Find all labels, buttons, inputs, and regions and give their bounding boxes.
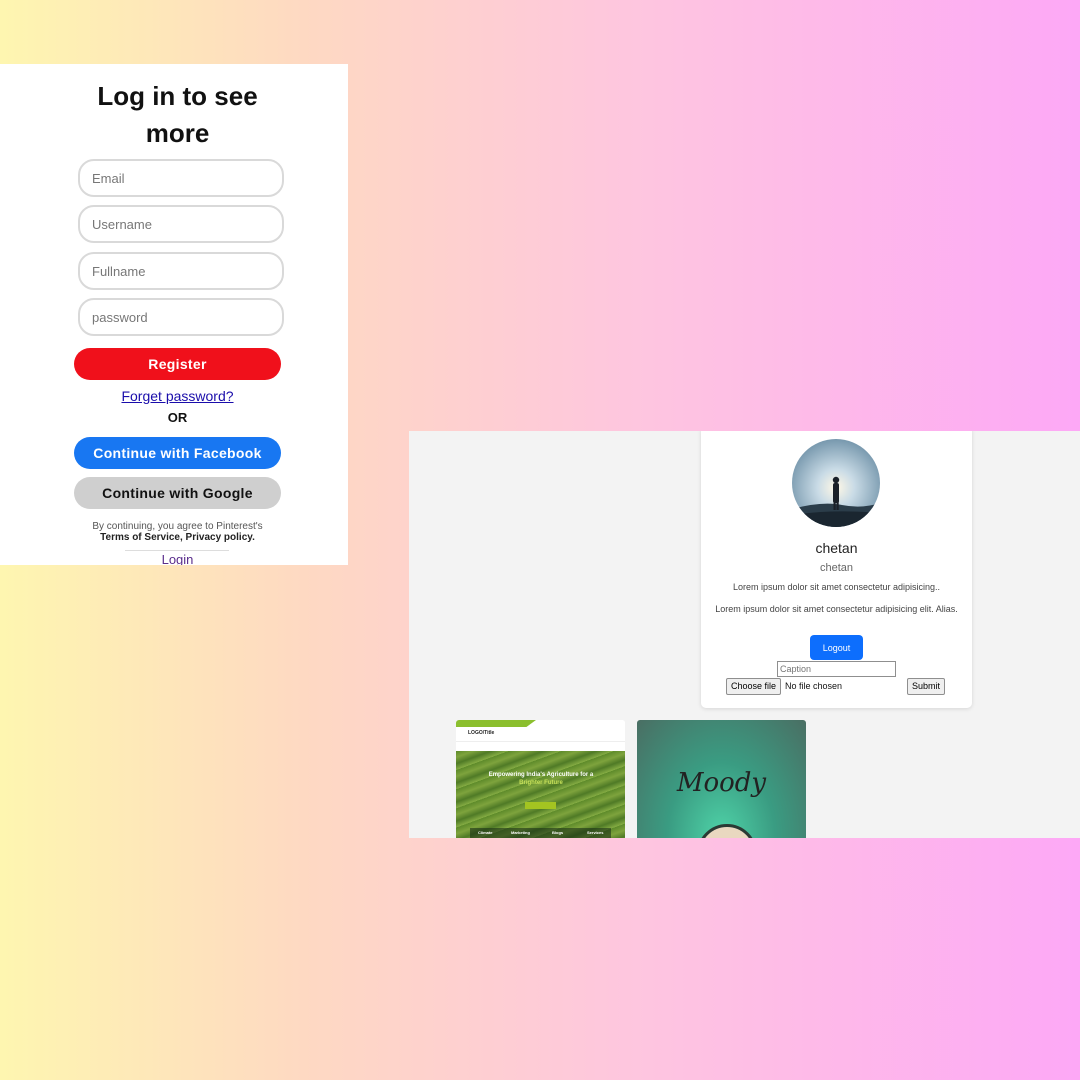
divider — [125, 550, 229, 551]
caption-input[interactable] — [777, 661, 896, 677]
password-field[interactable] — [78, 298, 284, 336]
terms-links[interactable]: Terms of Service, Privacy policy. — [100, 532, 255, 543]
login-title: Log in to see more — [97, 81, 258, 148]
terms-line-1: By continuing, you agree to Pinterest's — [92, 521, 263, 532]
mini-card-label: Climate — [478, 830, 493, 835]
mini-card-label: Blogs — [552, 830, 564, 835]
mini-card-label: Marketing — [511, 830, 530, 835]
or-divider-text: OR — [167, 410, 188, 425]
terms-text: By continuing, you agree to Pinterest's … — [0, 521, 348, 543]
profile-username: chetan — [819, 562, 854, 574]
post-thumbnail[interactable]: LOGO/Title Empowering India's Agricultur… — [456, 720, 625, 838]
choose-file-button[interactable]: Choose file — [726, 678, 782, 695]
profile-bio-paragraph: Lorem ipsum dolor sit amet consectetur a… — [715, 604, 958, 614]
fullname-field[interactable] — [78, 252, 284, 290]
submit-button[interactable]: Submit — [907, 678, 946, 695]
logout-button[interactable]: Logout — [810, 635, 863, 660]
profile-name: chetan — [815, 540, 858, 556]
file-status-text: No file chosen — [785, 681, 843, 691]
mini-hero-image — [456, 751, 625, 838]
mini-hero-subtitle: Brighter Future — [519, 780, 563, 786]
register-button[interactable]: Register — [74, 348, 281, 380]
continue-facebook-button[interactable]: Continue with Facebook — [74, 437, 281, 469]
login-link[interactable]: Login — [0, 552, 348, 565]
profile-bio-line: Lorem ipsum dolor sit amet consectetur a… — [732, 582, 941, 592]
mini-topbar-accent — [456, 720, 536, 727]
continue-google-button[interactable]: Continue with Google — [74, 477, 281, 509]
profile-card: chetan chetan Lorem ipsum dolor sit amet… — [701, 431, 972, 708]
login-panel: Log in to see more Register Forget passw… — [0, 64, 348, 565]
avatar — [792, 439, 880, 527]
mini-logo: LOGO/Title — [468, 730, 495, 736]
username-field[interactable] — [78, 205, 284, 243]
mini-card-label: Services — [587, 830, 604, 835]
post-thumbnail[interactable]: Moody — [637, 720, 806, 838]
moody-circle-image — [697, 824, 757, 838]
forget-password-link[interactable]: Forget password? — [0, 388, 348, 404]
mini-hero-title: Empowering India's Agriculture for a — [488, 772, 594, 778]
avatar-image — [792, 439, 880, 527]
profile-page: chetan chetan Lorem ipsum dolor sit amet… — [409, 431, 1080, 838]
moody-text: Moody — [676, 768, 767, 798]
mini-hero-button — [525, 802, 556, 809]
email-field[interactable] — [78, 159, 284, 197]
